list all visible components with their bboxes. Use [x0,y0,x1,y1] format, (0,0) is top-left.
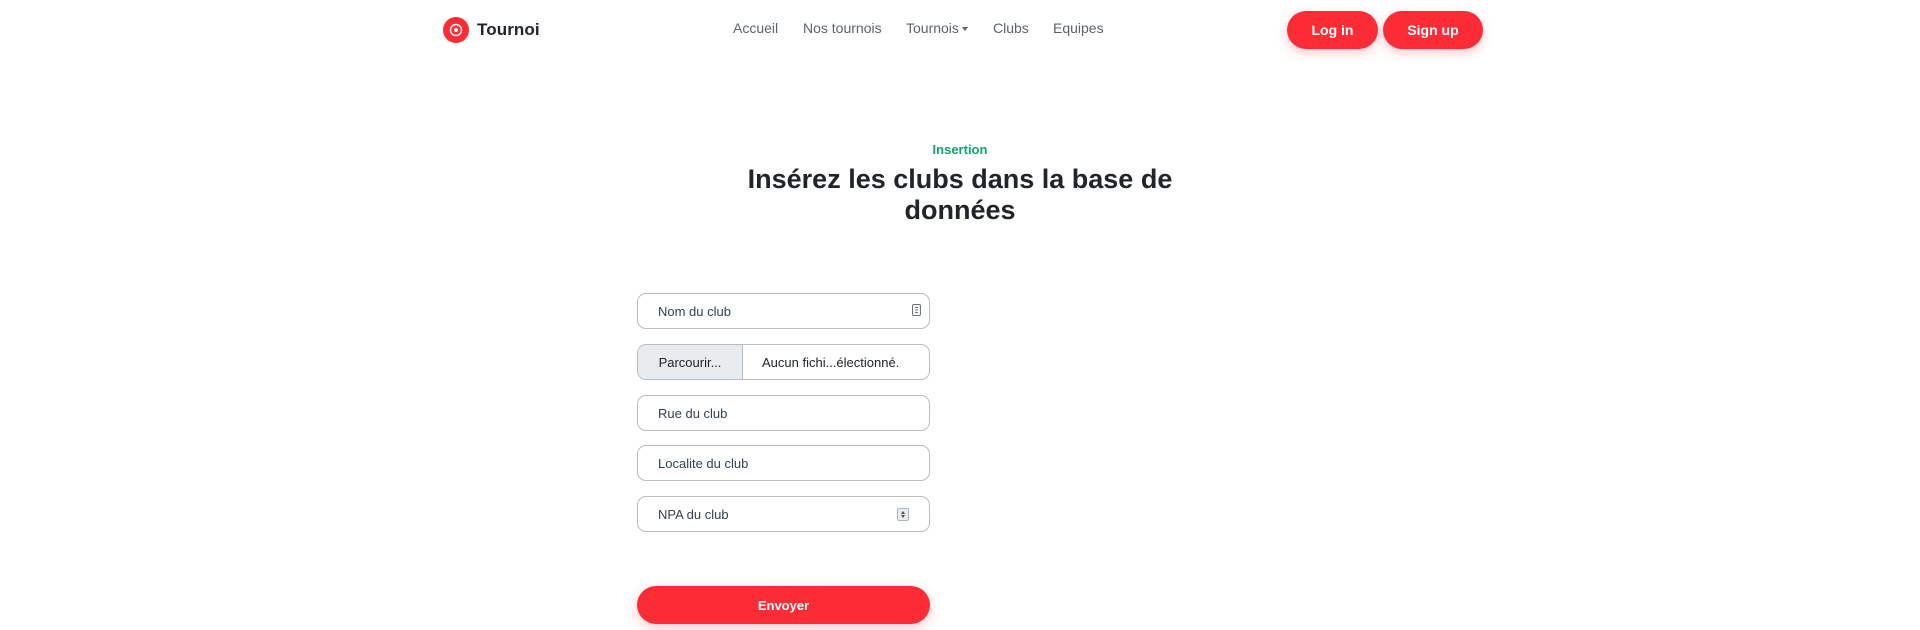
submit-button[interactable]: Envoyer [637,586,930,624]
file-status: Aucun fichi...électionné. [762,354,900,370]
nav-item-clubs[interactable]: Clubs [993,20,1029,36]
club-street-placeholder: Rue du club [658,405,728,421]
club-locality-placeholder: Localite du club [658,455,749,471]
club-street-field[interactable]: Rue du club [637,395,930,431]
page-title-line2: données [904,195,1016,225]
club-name-field[interactable]: Nom du club [637,293,930,329]
club-npa-field[interactable]: NPA du club [637,496,930,532]
nav-item-tournois-dropdown[interactable]: Tournois [906,20,968,36]
brand[interactable]: Tournoi [443,17,540,43]
ball-icon [443,17,469,43]
number-spinner-icon[interactable] [897,508,909,521]
nav-item-nos-tournois[interactable]: Nos tournois [803,20,882,36]
brand-name: Tournoi [477,20,540,39]
club-locality-field[interactable]: Localite du club [637,445,930,481]
section-eyebrow: Insertion [932,142,988,157]
login-button[interactable]: Log in [1287,11,1378,49]
contact-card-icon[interactable] [912,304,921,316]
browse-button[interactable]: Parcourir... [638,345,743,379]
club-file-input[interactable]: Parcourir... Aucun fichi...électionné. [637,344,930,380]
nav-item-equipes[interactable]: Equipes [1053,20,1104,36]
nav-item-tournois-label: Tournois [906,20,959,36]
page-title-line1: Insérez les clubs dans la base de [747,164,1173,194]
signup-button[interactable]: Sign up [1383,11,1483,49]
club-npa-placeholder: NPA du club [658,506,729,522]
club-name-placeholder: Nom du club [658,303,731,319]
page-title: Insérez les clubs dans la base de donnée… [0,164,1920,226]
caret-down-icon [961,26,968,31]
nav-item-accueil[interactable]: Accueil [733,20,778,36]
